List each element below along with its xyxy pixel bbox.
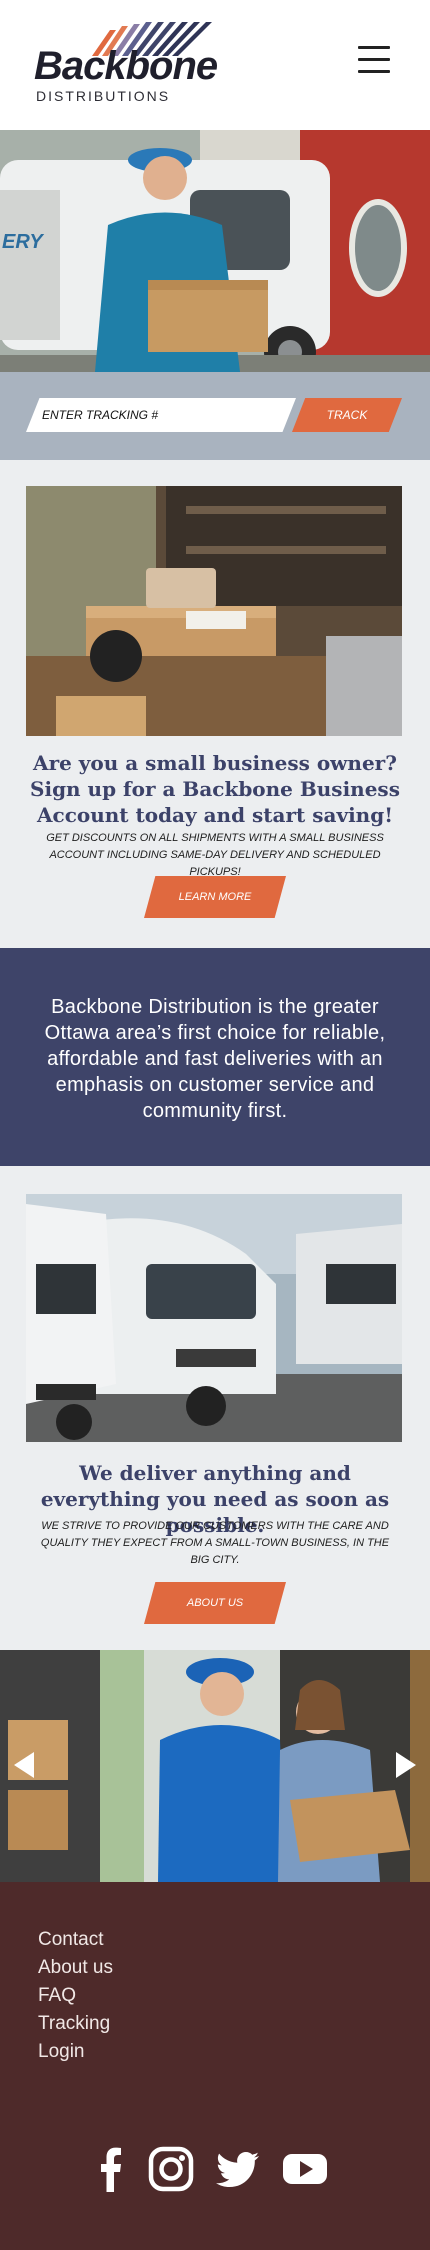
learn-more-button[interactable]: LEARN MORE: [144, 876, 286, 918]
footer-link-login[interactable]: Login: [38, 2038, 113, 2066]
arrow-right-icon[interactable]: [392, 1750, 418, 1780]
van-fleet-image: [26, 1194, 402, 1442]
backbone-logo[interactable]: Backbone DISTRIBUTIONS: [34, 22, 218, 106]
hamburger-icon-line: [358, 70, 390, 73]
hero-image: ERY: [0, 130, 430, 372]
small-business-section: Are you a small business owner? Sign up …: [0, 460, 430, 948]
arrow-left-icon[interactable]: [12, 1750, 38, 1780]
small-business-headline: Are you a small business owner? Sign up …: [30, 751, 400, 827]
footer-links: Contact About us FAQ Tracking Login: [38, 1926, 113, 2066]
about-us-button[interactable]: ABOUT US: [144, 1582, 286, 1624]
svg-text:ERY: ERY: [2, 231, 44, 253]
footer-link-faq[interactable]: FAQ: [38, 1982, 113, 2010]
hamburger-menu-button[interactable]: [358, 46, 390, 74]
image-carousel: [0, 1650, 430, 1882]
footer-link-contact[interactable]: Contact: [38, 1926, 113, 1954]
logo-wordmark: Backbone: [34, 44, 218, 88]
site-footer: Contact About us FAQ Tracking Login: [0, 1882, 430, 2250]
warehouse-worker-image: [26, 486, 402, 736]
site-header: Backbone DISTRIBUTIONS: [0, 0, 430, 130]
twitter-icon[interactable]: [216, 2146, 260, 2192]
warehouse-photo: [26, 486, 402, 736]
facebook-icon[interactable]: [100, 2146, 122, 2192]
track-button[interactable]: TRACK: [292, 398, 402, 432]
footer-link-tracking[interactable]: Tracking: [38, 2010, 113, 2038]
social-links: [96, 2146, 336, 2192]
tracking-number-input[interactable]: [26, 398, 296, 432]
courier-photo: ERY: [0, 130, 430, 372]
carousel-slide-photo: [0, 1650, 430, 1882]
about-band: Backbone Distribution is the greater Ott…: [0, 948, 430, 1166]
hamburger-icon-line: [358, 58, 390, 61]
logo-subtitle: DISTRIBUTIONS: [36, 88, 171, 104]
van-fleet-photo: [26, 1194, 402, 1442]
about-band-text: Backbone Distribution is the greater Ott…: [44, 996, 386, 1122]
small-business-subtext: Get discounts on all shipments with a sm…: [46, 832, 384, 878]
hamburger-icon: [358, 46, 390, 49]
deliver-subtext: We strive to provide our customers with …: [40, 1520, 390, 1566]
tracking-bar: TRACK: [0, 372, 430, 460]
deliver-section: We deliver anything and everything you n…: [0, 1166, 430, 1650]
instagram-icon[interactable]: [148, 2146, 194, 2192]
footer-link-about[interactable]: About us: [38, 1954, 113, 1982]
youtube-icon[interactable]: [282, 2146, 328, 2192]
